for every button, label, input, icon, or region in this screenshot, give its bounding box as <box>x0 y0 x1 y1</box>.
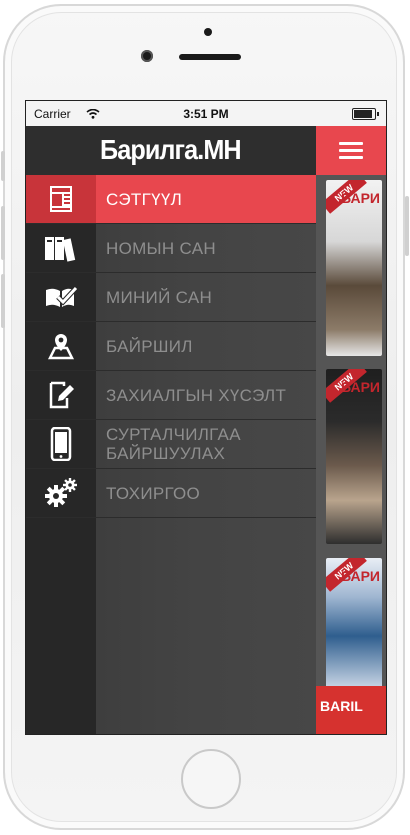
app-screen: Carrier 3:51 PM Барилга.МН СЭТГҮҮЛ НОМЫН… <box>25 100 387 735</box>
menu-item-my-library[interactable]: МИНИЙ САН <box>26 273 316 322</box>
status-bar: Carrier 3:51 PM <box>26 101 386 126</box>
menu-item-label: НОМЫН САН <box>106 238 216 258</box>
side-menu: СЭТГҮҮЛ НОМЫН САН МИНИЙ САН БАЙРШИЛ ЗАХИ… <box>26 175 316 734</box>
front-camera <box>141 50 153 62</box>
advertisement-banner[interactable]: BARIL <box>316 686 386 734</box>
status-time: 3:51 PM <box>183 107 229 121</box>
menu-item-label: ТОХИРГОО <box>106 483 201 503</box>
battery-icon <box>352 108 379 120</box>
proximity-sensor <box>204 28 212 36</box>
magazine-cover[interactable]: NEW БАРИ <box>326 558 382 688</box>
menu-item-settings[interactable]: ТОХИРГОО <box>26 469 316 518</box>
magazine-title: БАРИ <box>340 568 380 584</box>
menu-item-advertise[interactable]: СУРТАЛЧИЛГАА БАЙРШУУЛАХ <box>26 420 316 469</box>
edit-document-icon <box>26 371 96 419</box>
mute-switch <box>1 151 5 181</box>
menu-item-label: ЗАХИАЛГЫН ХҮСЭЛТ <box>106 385 287 405</box>
home-button[interactable] <box>181 749 241 809</box>
drawer-header: Барилга.МН <box>26 126 316 175</box>
menu-item-library[interactable]: НОМЫН САН <box>26 224 316 273</box>
mobile-phone-icon <box>26 420 96 468</box>
magazine-title: БАРИ <box>340 190 380 206</box>
gears-icon <box>26 469 96 517</box>
menu-item-location[interactable]: БАЙРШИЛ <box>26 322 316 371</box>
menu-item-magazine[interactable]: СЭТГҮҮЛ <box>26 175 316 224</box>
magazine-title: БАРИ <box>340 379 380 395</box>
banner-text: BARIL <box>320 698 363 714</box>
menu-item-label: СЭТГҮҮЛ <box>106 189 183 209</box>
map-pin-icon <box>26 322 96 370</box>
hamburger-menu-icon[interactable] <box>316 126 386 175</box>
content-peek-panel: NEW БАРИ NEW БАРИ NEW БАРИ BARIL <box>316 126 386 734</box>
magazine-cover[interactable]: NEW БАРИ <box>326 180 382 356</box>
menu-item-subscription-request[interactable]: ЗАХИАЛГЫН ХҮСЭЛТ <box>26 371 316 420</box>
volume-down-button <box>1 274 5 328</box>
menu-item-label: СУРТАЛЧИЛГАА БАЙРШУУЛАХ <box>106 425 241 463</box>
earpiece-speaker <box>179 54 241 60</box>
power-button <box>405 196 409 256</box>
magazine-icon <box>26 175 96 223</box>
menu-item-label: МИНИЙ САН <box>106 287 213 307</box>
volume-up-button <box>1 206 5 260</box>
magazine-cover[interactable]: NEW БАРИ <box>326 369 382 544</box>
menu-item-label: БАЙРШИЛ <box>106 336 193 356</box>
app-logo: Барилга.МН <box>100 134 242 165</box>
open-book-check-icon <box>26 273 96 321</box>
books-icon <box>26 224 96 272</box>
